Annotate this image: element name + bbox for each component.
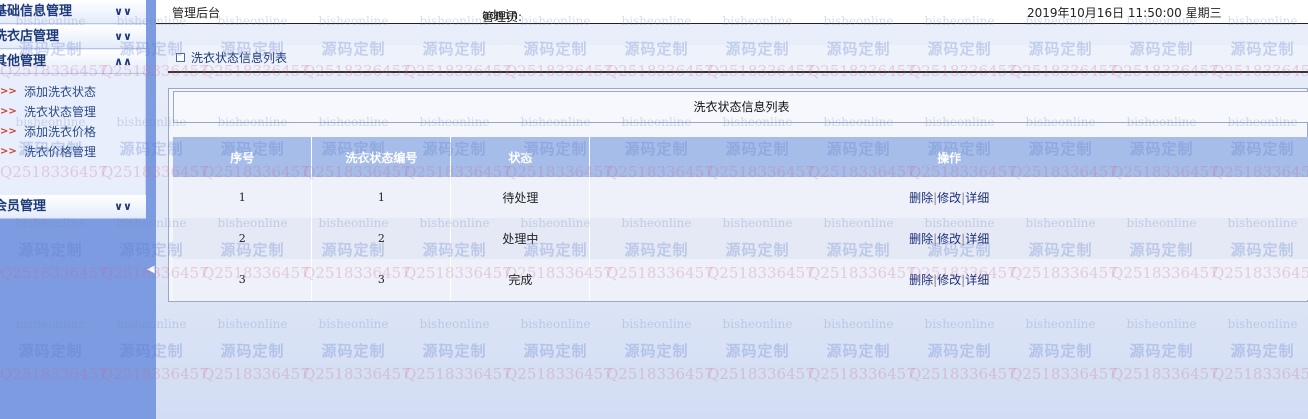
cell-actions: 删除|修改|详细 [589,218,1308,259]
detail-link[interactable]: 详细 [965,232,989,246]
double-arrow-icon: >> [0,106,17,117]
cell-actions: 删除|修改|详细 [589,259,1308,300]
col-header-actions: 操作 [589,137,1308,177]
status-list-box: 洗衣状态信息列表 序号 洗衣状态编号 状态 操作 1 1 待处理 删除|修改|详… [168,88,1308,302]
edit-link[interactable]: 修改 [937,191,961,205]
sidebar-item-label: 添加洗衣价格 [24,125,97,139]
col-header-code: 洗衣状态编号 [311,137,452,177]
table-row: 2 2 处理中 删除|修改|详细 [173,218,1308,259]
double-arrow-icon: >> [0,146,17,157]
sidebar-item-add-price[interactable]: >> 添加洗衣价格 [0,122,146,142]
cell-code: 1 [311,177,452,218]
cell-index: 3 [173,259,313,300]
cell-code: 3 [311,259,452,300]
delete-link[interactable]: 删除 [909,191,933,205]
edit-link[interactable]: 修改 [937,232,961,246]
menu-other[interactable]: 其他管理 ∧∧ [0,50,146,74]
detail-link[interactable]: 详细 [965,273,989,287]
current-datetime: 2019年10月16日 11:50:00 星期三 [1027,6,1222,20]
menu-other-label: 其他管理 [0,54,47,69]
chevron-down-icon: ∨∨ [114,200,132,213]
sidebar-item-price-manage[interactable]: >> 洗衣价格管理 [0,142,146,162]
cell-index: 1 [173,177,313,218]
table-row: 3 3 完成 删除|修改|详细 [173,259,1308,300]
delete-link[interactable]: 删除 [909,273,933,287]
chevron-down-icon: ∨∨ [114,5,132,18]
detail-link[interactable]: 详细 [965,191,989,205]
cell-status: 处理中 [450,218,591,259]
edit-link[interactable]: 修改 [937,273,961,287]
collapse-left-icon[interactable]: ◀ [147,264,155,275]
menu-basic-info-label: 基础信息管理 [0,4,73,19]
table-header-row: 序号 洗衣状态编号 状态 操作 [173,137,1308,177]
col-header-status: 状态 [450,137,591,177]
delete-link[interactable]: 删除 [909,232,933,246]
panel-title: 洗衣状态信息列表 [168,45,1308,73]
cell-actions: 删除|修改|详细 [589,177,1308,218]
sidebar-item-status-manage[interactable]: >> 洗衣状态管理 [0,102,146,122]
status-table: 序号 洗衣状态编号 状态 操作 1 1 待处理 删除|修改|详细 2 2 处理中… [173,137,1308,300]
sidebar-item-label: 洗衣价格管理 [24,145,97,159]
cell-code: 2 [311,218,452,259]
main-content: 洗衣状态信息列表 洗衣状态信息列表 序号 洗衣状态编号 状态 操作 1 1 待处… [156,24,1308,419]
cell-status: 完成 [450,259,591,300]
panel-title-text: 洗衣状态信息列表 [191,51,288,65]
cell-index: 2 [173,218,313,259]
sidebar-item-add-status[interactable]: >> 添加洗衣状态 [0,82,146,102]
menu-member-label: 会员管理 [0,199,47,214]
app-title: 管理后台 [172,6,221,20]
chevron-up-icon: ∧∧ [114,55,132,68]
chevron-down-icon: ∨∨ [114,30,132,43]
double-arrow-icon: >> [0,86,17,97]
cell-status: 待处理 [450,177,591,218]
sidebar-item-label: 洗衣状态管理 [24,105,97,119]
admin-name: admin [482,8,519,22]
table-row: 1 1 待处理 删除|修改|详细 [173,177,1308,218]
top-bar: 管理后台 管理员: admin 2019年10月16日 11:50:00 星期三 [156,0,1308,24]
table-caption: 洗衣状态信息列表 [173,91,1308,123]
sidebar-menu-panel: 基础信息管理 ∨∨ 洗衣店管理 ∨∨ 其他管理 ∧∧ >> 添加洗衣状态 >> … [0,0,146,219]
sidebar: 基础信息管理 ∨∨ 洗衣店管理 ∨∨ 其他管理 ∧∧ >> 添加洗衣状态 >> … [0,0,156,419]
menu-member[interactable]: 会员管理 ∨∨ [0,195,146,219]
window-icon [176,53,185,62]
double-arrow-icon: >> [0,126,17,137]
col-header-index: 序号 [173,137,313,177]
sidebar-item-label: 添加洗衣状态 [24,85,97,99]
menu-basic-info[interactable]: 基础信息管理 ∨∨ [0,0,146,24]
menu-laundry-shop[interactable]: 洗衣店管理 ∨∨ [0,25,146,49]
menu-laundry-shop-label: 洗衣店管理 [0,29,60,44]
